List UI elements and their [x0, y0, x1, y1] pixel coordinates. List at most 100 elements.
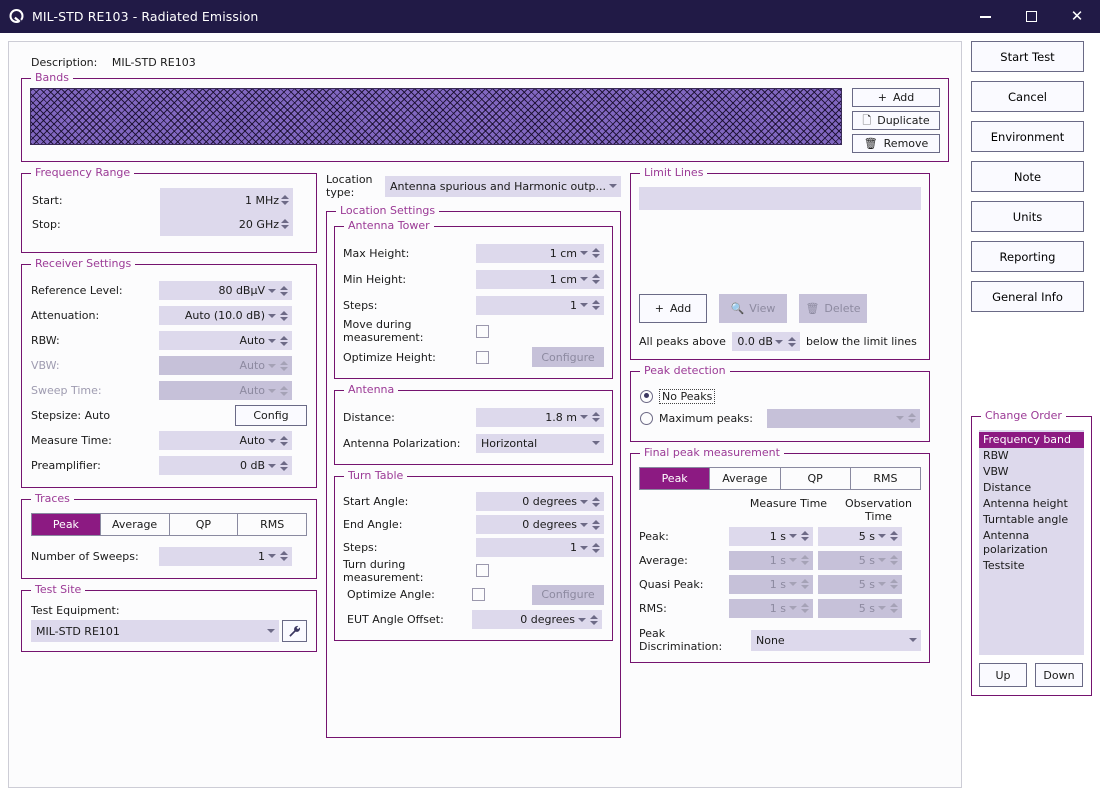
antenna-polarization-select[interactable]: Horizontal — [476, 433, 604, 453]
cancel-button[interactable]: Cancel — [971, 81, 1084, 112]
tab-final-peak[interactable]: Peak — [640, 468, 711, 489]
general-info-button[interactable]: General Info — [971, 281, 1084, 312]
tab-traces-qp[interactable]: QP — [169, 514, 239, 535]
tab-traces-average[interactable]: Average — [100, 514, 170, 535]
final-peak-measure-input[interactable]: 1 s — [729, 526, 813, 546]
all-peaks-threshold-stepper[interactable] — [786, 336, 798, 347]
bands-list[interactable] — [30, 88, 842, 145]
rbw-stepper[interactable] — [278, 335, 290, 346]
no-peaks-radio[interactable] — [640, 389, 653, 403]
order-item-turntable-angle[interactable]: Turntable angle — [979, 512, 1084, 528]
test-equipment-select[interactable]: MIL-STD RE101 — [31, 620, 279, 642]
environment-button[interactable]: Environment — [971, 121, 1084, 152]
note-button[interactable]: Note — [971, 161, 1084, 192]
units-button[interactable]: Units — [971, 201, 1084, 232]
antenna-distance-stepper[interactable] — [590, 412, 602, 422]
chevron-down-icon[interactable] — [265, 463, 278, 468]
turn-during-measurement-checkbox[interactable] — [476, 564, 489, 577]
chevron-down-icon[interactable] — [577, 499, 590, 504]
location-type-select[interactable]: Antenna spurious and Harmonic outp... — [385, 175, 621, 197]
limit-lines-list[interactable] — [639, 187, 921, 210]
reference-level-input[interactable]: 80 dBµV — [159, 281, 292, 300]
min-height-stepper[interactable] — [590, 274, 602, 284]
all-peaks-threshold-input[interactable]: 0.0 dB — [731, 332, 800, 351]
order-item-antenna-polarization[interactable]: Antenna polarization — [979, 528, 1084, 558]
band-remove-button[interactable]: 🗑 Remove — [852, 134, 940, 153]
band-duplicate-button[interactable]: 🗋 Duplicate — [852, 111, 940, 130]
tab-traces-peak[interactable]: Peak — [32, 514, 101, 535]
chevron-down-icon[interactable] — [577, 251, 590, 255]
chevron-down-icon[interactable] — [577, 277, 590, 281]
order-item-testsite[interactable]: Testsite — [979, 558, 1084, 574]
order-item-frequency-band[interactable]: Frequency band — [979, 432, 1084, 448]
tab-final-rms[interactable]: RMS — [850, 468, 920, 489]
peak-discrimination-select[interactable]: None — [751, 629, 921, 651]
chevron-down-icon[interactable] — [773, 339, 786, 344]
chevron-down-icon[interactable] — [265, 313, 278, 318]
turn-table-steps-input[interactable]: 1 — [476, 538, 604, 557]
order-up-button[interactable]: Up — [979, 663, 1027, 687]
attenuation-stepper[interactable] — [278, 310, 290, 321]
turn-table-steps-stepper[interactable] — [590, 542, 602, 553]
preamplifier-input[interactable]: 0 dB — [159, 456, 292, 475]
order-down-button[interactable]: Down — [1035, 663, 1083, 687]
minimize-button[interactable] — [962, 0, 1008, 33]
chevron-down-icon[interactable] — [265, 338, 278, 343]
order-item-vbw[interactable]: VBW — [979, 464, 1084, 480]
chevron-down-icon[interactable] — [577, 303, 590, 307]
number-of-sweeps-stepper[interactable] — [278, 551, 290, 561]
chevron-down-icon[interactable] — [264, 629, 277, 633]
tower-steps-stepper[interactable] — [590, 300, 602, 310]
start-angle-input[interactable]: 0 degrees — [476, 492, 604, 511]
antenna-distance-input[interactable]: 1.8 m — [476, 407, 604, 427]
maximum-peaks-label[interactable]: Maximum peaks: — [659, 412, 753, 425]
start-angle-stepper[interactable] — [590, 496, 602, 507]
reference-level-stepper[interactable] — [278, 285, 290, 296]
chevron-down-icon[interactable] — [265, 554, 278, 558]
test-site-configure-button[interactable] — [282, 620, 307, 642]
optimize-height-checkbox[interactable] — [476, 350, 489, 364]
move-during-measurement-checkbox[interactable] — [476, 324, 489, 338]
chevron-down-icon[interactable] — [875, 534, 888, 538]
end-angle-stepper[interactable] — [590, 519, 602, 530]
no-peaks-label[interactable]: No Peaks — [659, 388, 716, 404]
measure-time-input[interactable]: Auto — [159, 431, 292, 450]
limit-add-button[interactable]: + Add — [639, 294, 707, 323]
tab-final-qp[interactable]: QP — [780, 468, 851, 489]
chevron-down-icon[interactable] — [577, 545, 590, 550]
maximize-button[interactable] — [1008, 0, 1054, 33]
chevron-down-icon[interactable] — [606, 184, 619, 188]
close-button[interactable]: ✕ — [1054, 0, 1100, 33]
start-frequency-stepper[interactable] — [279, 195, 291, 205]
chevron-down-icon[interactable] — [786, 534, 799, 538]
end-angle-input[interactable]: 0 degrees — [476, 515, 604, 534]
min-height-input[interactable]: 1 cm — [476, 269, 604, 289]
tower-steps-input[interactable]: 1 — [476, 295, 604, 315]
attenuation-input[interactable]: Auto (10.0 dB) — [159, 306, 292, 325]
stepsize-config-button[interactable]: Config — [235, 405, 307, 426]
eut-angle-offset-stepper[interactable] — [588, 614, 600, 625]
order-item-rbw[interactable]: RBW — [979, 448, 1084, 464]
order-item-distance[interactable]: Distance — [979, 480, 1084, 496]
tab-final-average[interactable]: Average — [710, 468, 781, 489]
change-order-list[interactable]: Frequency band RBW VBW Distance Antenna … — [979, 430, 1084, 655]
optimize-angle-checkbox[interactable] — [472, 588, 485, 601]
reporting-button[interactable]: Reporting — [971, 241, 1084, 272]
final-peak-measure-stepper[interactable] — [799, 531, 811, 541]
final-peak-observation-stepper[interactable] — [888, 531, 900, 541]
max-height-input[interactable]: 1 cm — [476, 243, 604, 263]
number-of-sweeps-input[interactable]: 1 — [159, 546, 292, 566]
maximum-peaks-radio[interactable] — [640, 411, 653, 425]
preamplifier-stepper[interactable] — [278, 460, 290, 471]
chevron-down-icon[interactable] — [575, 617, 588, 622]
rbw-input[interactable]: Auto — [159, 331, 292, 350]
chevron-down-icon[interactable] — [577, 522, 590, 527]
band-add-button[interactable]: + Add — [852, 88, 940, 107]
eut-angle-offset-input[interactable]: 0 degrees — [472, 610, 602, 629]
tab-traces-rms[interactable]: RMS — [238, 514, 306, 535]
final-peak-observation-input[interactable]: 5 s — [818, 526, 902, 546]
stop-frequency-input[interactable]: 20 GHz — [160, 212, 293, 236]
order-item-antenna-height[interactable]: Antenna height — [979, 496, 1084, 512]
max-height-stepper[interactable] — [590, 248, 602, 258]
stop-frequency-stepper[interactable] — [279, 219, 291, 229]
